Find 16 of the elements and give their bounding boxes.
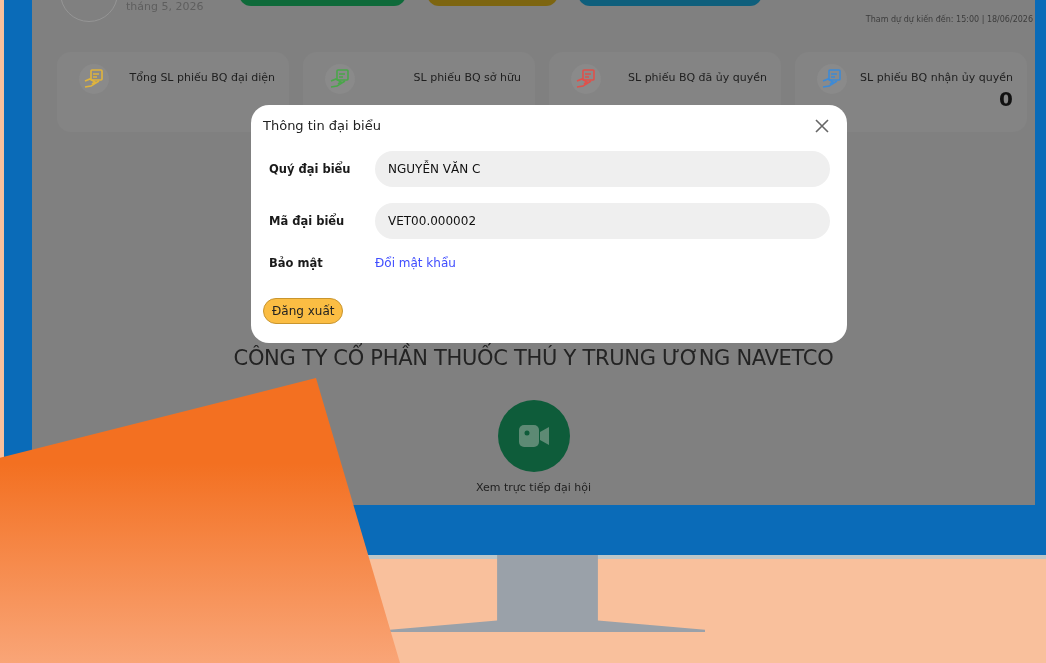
stat-value: 0 bbox=[999, 87, 1013, 111]
input-field[interactable]: VET00.000002 bbox=[375, 203, 830, 239]
stat-label: SL phiếu BQ đã ủy quyền bbox=[628, 71, 767, 84]
close-icon[interactable] bbox=[814, 118, 830, 134]
stat-label: Tổng SL phiếu BQ đại diện bbox=[129, 71, 275, 84]
field-label: Mã đại biểu bbox=[268, 214, 346, 228]
field-label: Bảo mật bbox=[268, 256, 324, 270]
change-password-link[interactable]: Đổi mật khẩu bbox=[375, 256, 456, 270]
stat-label: SL phiếu BQ nhận ủy quyền bbox=[860, 71, 1013, 84]
video-camera-icon bbox=[517, 423, 550, 449]
field-label: Quý đại biểu bbox=[268, 162, 352, 176]
input-field[interactable]: NGUYỄN VĂN C bbox=[375, 151, 830, 187]
logout-button[interactable]: Đăng xuất bbox=[263, 298, 344, 324]
dialog-title: Thông tin đại biểu bbox=[263, 117, 381, 133]
stat-label: SL phiếu BQ sở hữu bbox=[413, 71, 521, 84]
live-stream-label: Xem trực tiếp đại hội bbox=[476, 481, 591, 494]
